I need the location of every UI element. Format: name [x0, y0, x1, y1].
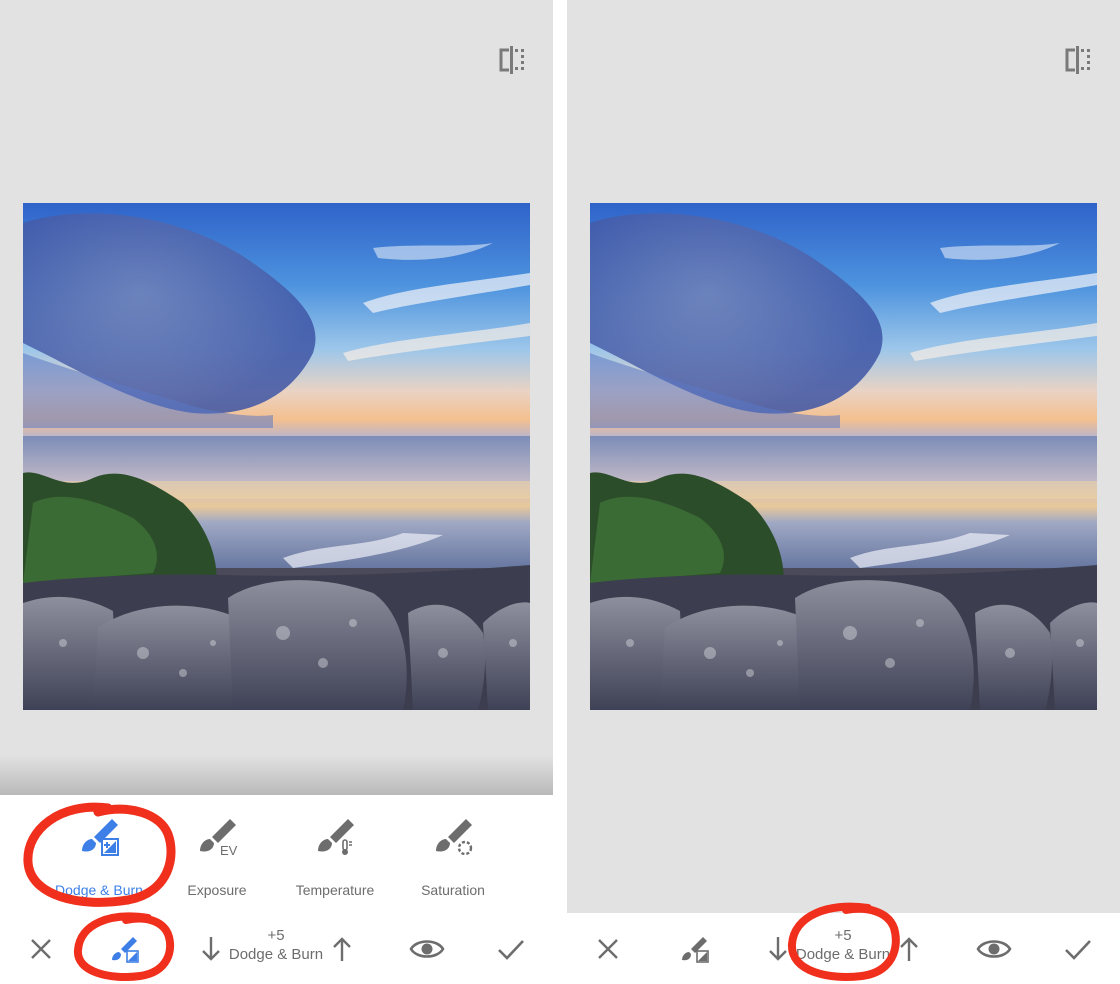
close-icon[interactable]: [21, 929, 61, 969]
edited-photo[interactable]: [23, 203, 530, 710]
brush-option-dodge-burn[interactable]: Dodge & Burn: [40, 795, 158, 913]
adjustment-value: +5: [834, 927, 852, 944]
bottom-toolbar: +5 Dodge & Burn: [567, 913, 1120, 984]
brush-menu: Dodge & Burn EV Exposure Temperature Sat…: [0, 795, 553, 913]
adjustment-value: +5: [267, 927, 285, 944]
check-icon[interactable]: [491, 929, 531, 969]
brush-label-saturation: Saturation: [421, 882, 485, 898]
eye-icon[interactable]: [974, 929, 1014, 969]
menu-shadow: [0, 755, 553, 795]
svg-text:EV: EV: [220, 843, 238, 857]
left-screen: Dodge & Burn EV Exposure Temperature Sat…: [0, 0, 553, 984]
bottom-toolbar: +5 Dodge & Burn: [0, 913, 553, 984]
brush-dodge-burn-icon[interactable]: [673, 929, 713, 969]
brush-exposure-icon: EV: [200, 819, 238, 857]
eye-icon[interactable]: [407, 929, 447, 969]
adjustment-readout: +5 Dodge & Burn: [216, 927, 336, 965]
split-compare-icon[interactable]: [1063, 44, 1093, 76]
split-compare-icon[interactable]: [497, 44, 527, 76]
brush-saturation-icon: [436, 819, 473, 856]
brush-option-exposure[interactable]: EV Exposure: [158, 795, 276, 913]
brush-temperature-icon: [318, 819, 354, 855]
close-icon[interactable]: [588, 929, 628, 969]
brush-option-saturation[interactable]: Saturation: [394, 795, 512, 913]
brush-label-temperature: Temperature: [295, 882, 375, 898]
right-screen: +5 Dodge & Burn: [567, 0, 1120, 984]
adjustment-readout: +5 Dodge & Burn: [783, 927, 903, 965]
brush-label-dodge-burn: Dodge & Burn: [55, 882, 143, 898]
arrow-up-icon[interactable]: [322, 929, 362, 969]
check-icon[interactable]: [1058, 929, 1098, 969]
adjustment-tool-name: Dodge & Burn: [228, 946, 324, 963]
edited-photo[interactable]: [590, 203, 1097, 710]
brush-dodge-burn-icon: [82, 819, 119, 856]
brush-option-temperature[interactable]: Temperature: [276, 795, 394, 913]
brush-dodge-burn-icon[interactable]: [103, 929, 143, 969]
brush-label-exposure: Exposure: [187, 882, 247, 898]
adjustment-tool-name: Dodge & Burn: [795, 946, 891, 963]
arrow-up-icon[interactable]: [889, 929, 929, 969]
